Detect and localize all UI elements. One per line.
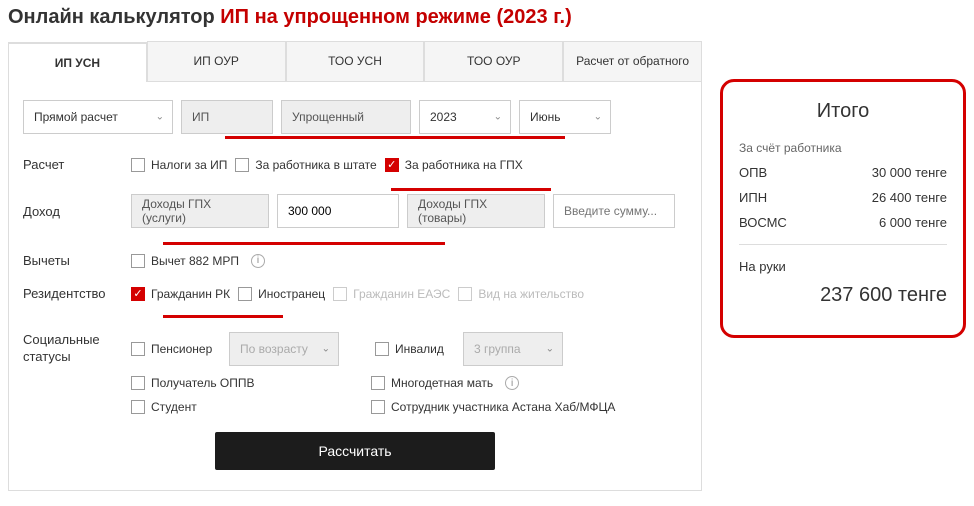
year-select[interactable]: 2023 ⌄ xyxy=(419,100,511,134)
title-prefix: Онлайн калькулятор xyxy=(8,6,220,28)
income-goods-input[interactable] xyxy=(553,194,675,228)
entity-select[interactable]: ИП xyxy=(181,100,273,134)
check-astanahub[interactable]: Сотрудник участника Астана Хаб/МФЦА xyxy=(371,400,615,414)
income-goods-label-box: Доходы ГПХ (товары) xyxy=(407,194,545,228)
raschet-label: Расчет xyxy=(23,157,123,172)
check-resident-eaes: Гражданин ЕАЭС xyxy=(333,287,450,301)
income-services-label-box: Доходы ГПХ (услуги) xyxy=(131,194,269,228)
chevron-down-icon: ⌄ xyxy=(156,112,164,123)
month-value: Июнь xyxy=(530,110,561,124)
chevron-down-icon: ⌄ xyxy=(494,112,502,123)
calculate-button[interactable]: Рассчитать xyxy=(215,432,495,470)
page-title: Онлайн калькулятор ИП на упрощенном режи… xyxy=(8,6,966,29)
check-za-shtat[interactable]: За работника в штате xyxy=(235,158,376,172)
highlight-underline xyxy=(163,315,283,318)
results-subtitle: За счёт работника xyxy=(739,141,947,155)
check-oppv[interactable]: Получатель ОППВ xyxy=(131,376,341,390)
check-resident-vnj: Вид на жительство xyxy=(458,287,584,301)
residentstvo-label: Резидентство xyxy=(23,286,123,301)
mode-select[interactable]: Прямой расчет ⌄ xyxy=(23,100,173,134)
pensioner-type-select[interactable]: По возрасту⌄ xyxy=(229,332,339,366)
check-multichild[interactable]: Многодетная мать xyxy=(371,376,493,390)
vychety-label: Вычеты xyxy=(23,253,123,268)
dohod-label: Доход xyxy=(23,204,123,219)
check-nalogi-ip[interactable]: Налоги за ИП xyxy=(131,158,227,172)
net-value: 237 600 тенге xyxy=(739,284,947,307)
regime-value: Упрощенный xyxy=(292,110,364,124)
net-label: На руки xyxy=(739,259,947,274)
check-vychet-mrp[interactable]: Вычет 882 МРП xyxy=(131,254,239,268)
tab-ip-usn[interactable]: ИП УСН xyxy=(8,42,147,82)
month-select[interactable]: Июнь ⌄ xyxy=(519,100,611,134)
title-highlight: ИП на упрощенном режиме (2023 г.) xyxy=(220,6,571,28)
year-value: 2023 xyxy=(430,110,457,124)
info-icon[interactable]: i xyxy=(251,254,265,268)
check-resident-foreign[interactable]: Иностранец xyxy=(238,287,325,301)
income-services-input[interactable] xyxy=(277,194,399,228)
check-resident-rk[interactable]: ✓Гражданин РК xyxy=(131,287,230,301)
divider xyxy=(739,244,947,245)
tab-ip-our[interactable]: ИП ОУР xyxy=(147,41,286,81)
highlight-underline xyxy=(225,136,565,139)
regime-select[interactable]: Упрощенный xyxy=(281,100,411,134)
check-za-gpx[interactable]: ✓За работника на ГПХ xyxy=(385,158,523,172)
results-title: Итого xyxy=(739,100,947,123)
tabs: ИП УСН ИП ОУР ТОО УСН ТОО ОУР Расчет от … xyxy=(8,41,702,82)
entity-value: ИП xyxy=(192,110,209,124)
info-icon[interactable]: i xyxy=(505,376,519,390)
result-row: ИПН26 400 тенге xyxy=(739,190,947,205)
highlight-underline xyxy=(163,242,445,245)
check-pensioner[interactable]: Пенсионер xyxy=(131,342,221,356)
chevron-down-icon: ⌄ xyxy=(594,112,602,123)
tab-too-our[interactable]: ТОО ОУР xyxy=(424,41,563,81)
chevron-down-icon: ⌄ xyxy=(546,344,554,355)
highlight-underline xyxy=(391,188,551,191)
result-row: ОПВ30 000 тенге xyxy=(739,165,947,180)
results-panel: Итого За счёт работника ОПВ30 000 тенге … xyxy=(720,79,966,338)
tab-too-usn[interactable]: ТОО УСН xyxy=(286,41,425,81)
tab-reverse[interactable]: Расчет от обратного xyxy=(563,41,702,81)
social-label: Социальные статусы xyxy=(23,332,123,366)
invalid-group-select[interactable]: 3 группа⌄ xyxy=(463,332,563,366)
chevron-down-icon: ⌄ xyxy=(322,344,330,355)
check-invalid[interactable]: Инвалид xyxy=(375,342,455,356)
check-student[interactable]: Студент xyxy=(131,400,341,414)
mode-value: Прямой расчет xyxy=(34,110,118,124)
result-row: ВОСМС6 000 тенге xyxy=(739,215,947,230)
